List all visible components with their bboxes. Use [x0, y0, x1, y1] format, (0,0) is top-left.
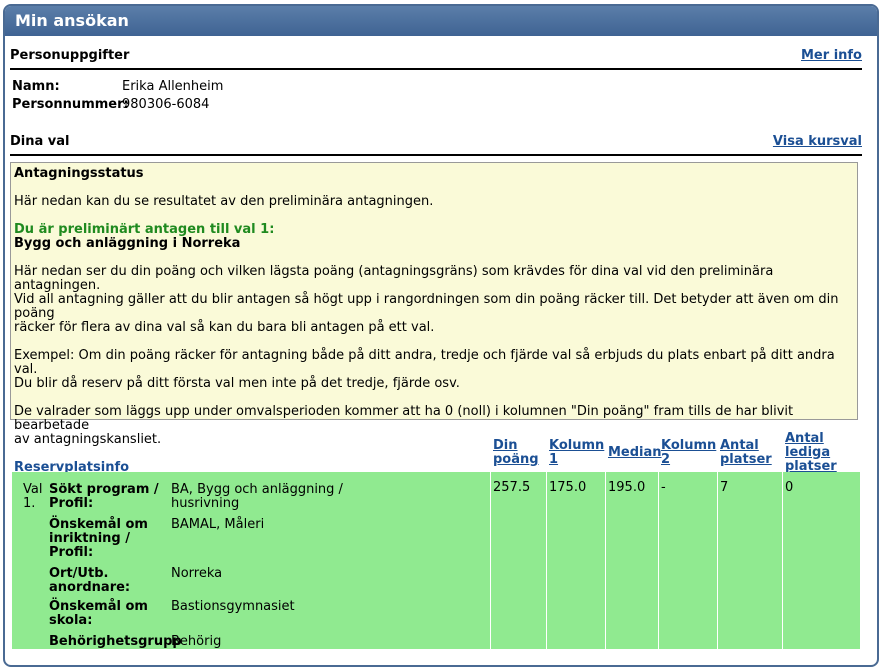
ort-label-line1: Ort/Utb.: [49, 566, 109, 581]
status-para3-line1: De valrader som läggs upp under omvalspe…: [14, 404, 794, 433]
status-intro: Här nedan kan du se resultatet av den pr…: [14, 194, 434, 209]
choice-number-line1: Val: [23, 482, 43, 497]
choice-number-line2: 1.: [23, 496, 36, 511]
col-lediga-line2: lediga: [785, 445, 831, 460]
antal-platser-value: 7: [720, 480, 729, 495]
status-para2-line2: Du blir då reserv på ditt första val men…: [14, 376, 460, 391]
choices-heading: Dina val: [10, 134, 70, 149]
ort-label: Ort/Utb. anordnare:: [49, 567, 130, 595]
skola-label-line1: Önskemål om: [49, 599, 148, 614]
col-din-poang-line2: poäng: [493, 452, 539, 467]
admission-status-box: Antagningsstatus Här nedan kan du se res…: [10, 162, 858, 475]
column-divider: [658, 472, 659, 649]
inriktning-label: Önskemål om inriktning / Profil:: [49, 518, 148, 560]
column-divider: [490, 472, 491, 649]
din-poang-value: 257.5: [493, 480, 531, 495]
choices-section-header: Dina val Visa kursval: [10, 130, 862, 156]
personal-section-header: Personuppgifter Mer info: [10, 44, 862, 70]
status-para1-line2: Vid all antagning gäller att du blir ant…: [14, 292, 839, 321]
program-value: BA, Bygg och anläggning / husrivning: [171, 483, 343, 511]
choice-number: Val 1.: [23, 483, 42, 511]
column-divider: [605, 472, 606, 649]
personal-info: Namn: Erika Allenheim Personnummer:980306…: [12, 78, 223, 114]
col-antal-platser-line1: Antal: [720, 438, 759, 453]
col-median[interactable]: Median: [608, 446, 662, 460]
admitted-program: Bygg och anläggning i Norreka: [14, 236, 241, 251]
col-kolumn2[interactable]: Kolumn 2: [661, 439, 716, 467]
col-lediga-platser[interactable]: Antal lediga platser: [785, 432, 837, 474]
pnr-label: Personnummer:: [12, 97, 129, 112]
status-title: Antagningsstatus: [14, 166, 144, 181]
median-value: 195.0: [608, 480, 646, 495]
show-courses-link[interactable]: Visa kursval: [773, 134, 862, 149]
col-antal-platser-line2: platser: [720, 452, 772, 467]
status-para2-line1: Exempel: Om din poäng räcker för antagni…: [14, 348, 835, 377]
column-divider: [717, 472, 718, 649]
status-para3-line2: av antagningskansliet.: [14, 432, 162, 447]
status-para1-line1: Här nedan ser du din poäng och vilken lä…: [14, 264, 774, 293]
choice-row: Val 1. Sökt program / Profil: BA, Bygg o…: [12, 472, 860, 649]
program-label-line1: Sökt program /: [49, 482, 159, 497]
status-para1-line3: räcker för flera av dina val så kan du b…: [14, 320, 435, 335]
inriktning-value: BAMAL, Måleri: [171, 517, 265, 532]
behorighet-value: Behörig: [171, 634, 222, 649]
col-kolumn1-line1: Kolumn: [549, 438, 605, 453]
col-din-poang-line1: Din: [493, 438, 518, 453]
col-kolumn1[interactable]: Kolumn 1: [549, 439, 604, 467]
skola-label: Önskemål om skola:: [49, 600, 148, 628]
name-value: Erika Allenheim: [122, 79, 224, 94]
inriktning-label-line2: inriktning /: [49, 531, 130, 546]
program-value-line2: husrivning: [171, 496, 240, 511]
more-info-link[interactable]: Mer info: [801, 48, 862, 63]
program-label: Sökt program / Profil:: [49, 483, 159, 511]
col-kolumn2-line2: 2: [661, 452, 671, 467]
panel-title: Min ansökan: [5, 6, 877, 36]
col-kolumn2-line1: Kolumn: [661, 438, 717, 453]
col-din-poang[interactable]: Din poäng: [493, 439, 539, 467]
name-label: Namn:: [12, 79, 60, 94]
lediga-platser-value: 0: [785, 480, 794, 495]
skola-label-line2: skola:: [49, 613, 93, 628]
col-kolumn1-line2: 1: [549, 452, 559, 467]
kolumn1-value: 175.0: [549, 480, 587, 495]
column-divider: [782, 472, 783, 649]
pnr-value: 980306-6084: [122, 97, 210, 112]
col-antal-platser[interactable]: Antal platser: [720, 439, 772, 467]
inriktning-label-line1: Önskemål om: [49, 517, 148, 532]
admitted-line: Du är preliminärt antagen till val 1:: [14, 222, 275, 237]
ort-label-line2: anordnare:: [49, 580, 131, 595]
program-label-line2: Profil:: [49, 496, 94, 511]
ort-value: Norreka: [171, 566, 223, 581]
col-lediga-line1: Antal: [785, 431, 824, 446]
personal-heading: Personuppgifter: [10, 48, 130, 63]
behorighet-label: Behörighetsgrupp: [49, 634, 182, 649]
inriktning-label-line3: Profil:: [49, 545, 94, 560]
kolumn2-value: -: [661, 480, 666, 495]
column-divider: [546, 472, 547, 649]
skola-value: Bastionsgymnasiet: [171, 599, 295, 614]
program-value-line1: BA, Bygg och anläggning /: [171, 482, 343, 497]
